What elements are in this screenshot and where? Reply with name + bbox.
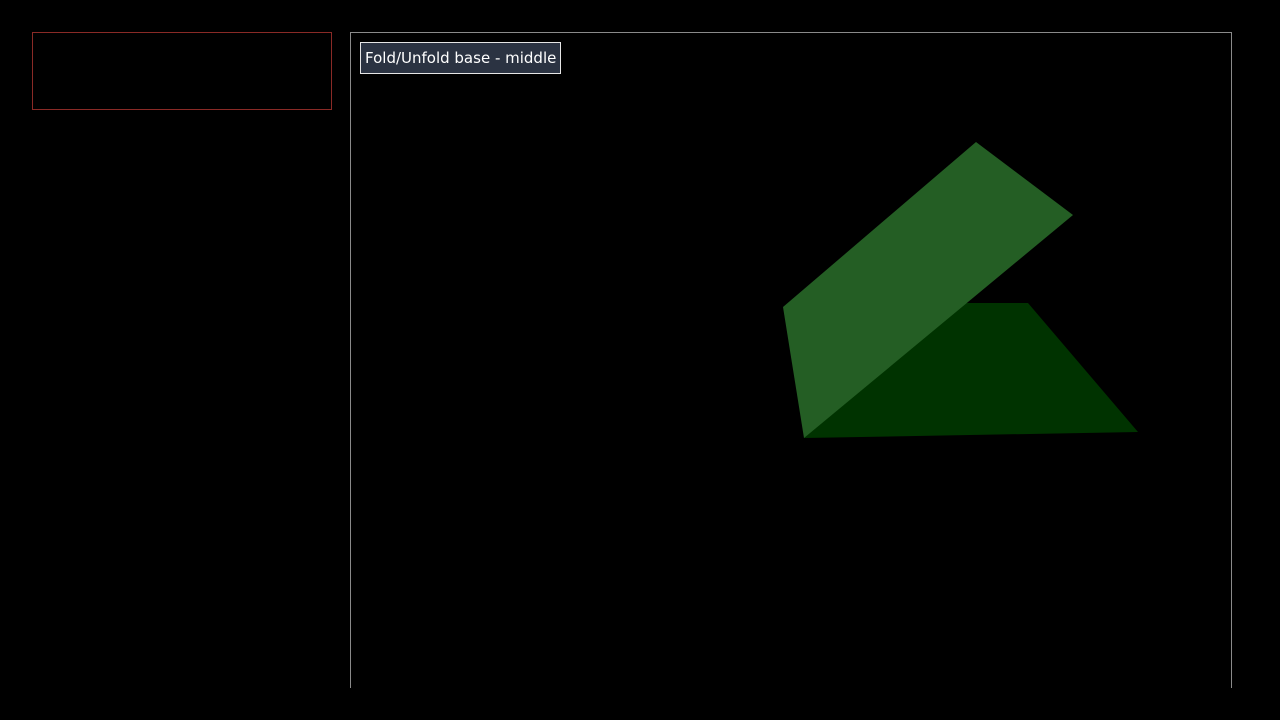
fold-unfold-button[interactable]: Fold/Unfold base - middle bbox=[360, 42, 562, 74]
side-panel bbox=[32, 32, 332, 110]
3d-viewport[interactable]: Fold/Unfold base - middle bbox=[350, 32, 1232, 688]
folded-paper-scene[interactable] bbox=[351, 33, 1231, 688]
